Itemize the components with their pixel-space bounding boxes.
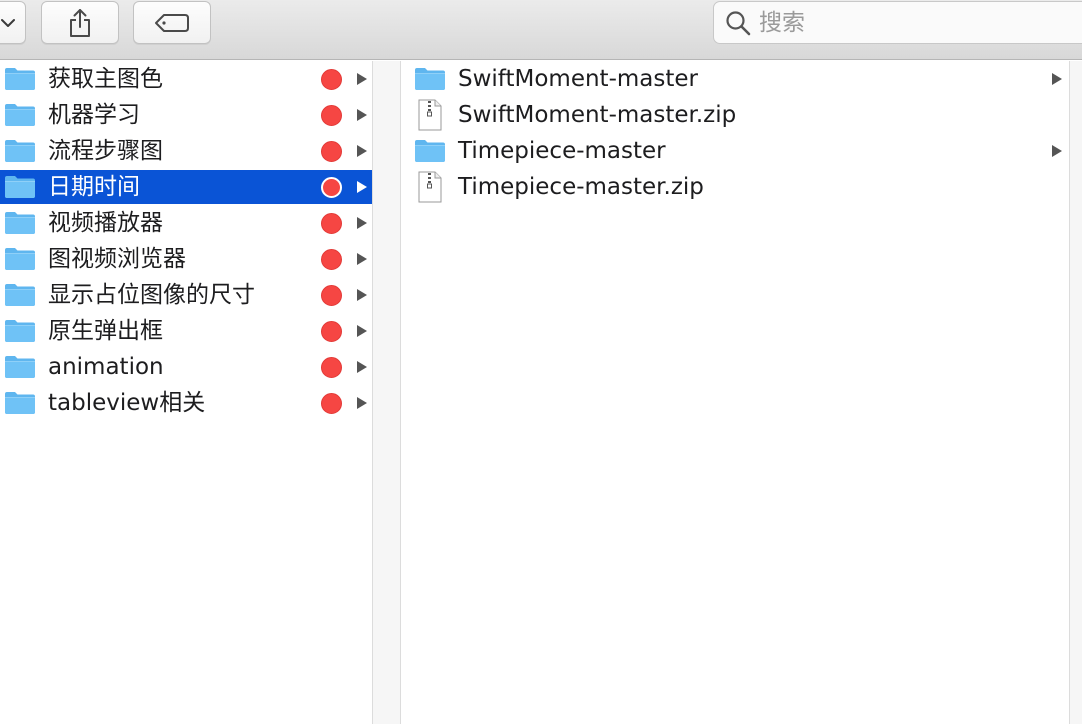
disclosure-arrow-icon xyxy=(356,396,368,410)
view-options-button[interactable] xyxy=(0,1,26,44)
red-tag-dot xyxy=(321,249,342,270)
folder-row[interactable]: 显示占位图像的尺寸 xyxy=(0,278,372,312)
folder-row[interactable]: 视频播放器 xyxy=(0,206,372,240)
share-button[interactable] xyxy=(41,1,119,44)
disclosure-arrow-icon xyxy=(356,144,368,158)
file-label: Timepiece-master.zip xyxy=(458,174,704,200)
disclosure-arrow-icon xyxy=(1051,72,1063,86)
red-tag-dot xyxy=(321,321,342,342)
folder-icon xyxy=(4,350,36,384)
folder-row[interactable]: Timepiece-master xyxy=(401,134,1069,168)
folder-icon xyxy=(4,314,36,348)
folder-label: 流程步骤图 xyxy=(48,138,163,164)
disclosure-arrow-icon xyxy=(356,72,368,86)
search-input[interactable] xyxy=(759,3,1059,42)
folder-icon xyxy=(4,242,36,276)
folder-row[interactable]: 机器学习 xyxy=(0,98,372,132)
tags-button[interactable] xyxy=(133,1,211,44)
search-icon xyxy=(725,10,751,36)
folder-icon xyxy=(4,62,36,96)
share-icon xyxy=(68,8,92,38)
folder-icon xyxy=(4,278,36,312)
folder-label: 日期时间 xyxy=(48,174,140,200)
disclosure-arrow-icon xyxy=(356,288,368,302)
search-field[interactable] xyxy=(713,1,1082,44)
folder-row[interactable]: SwiftMoment-master xyxy=(401,62,1069,96)
sidebar-column: 获取主图色 机器学习 流程步骤图 日期时间 视频播放器 图视频浏览器 显示占位图… xyxy=(0,61,372,724)
red-tag-dot xyxy=(321,285,342,306)
folder-icon xyxy=(4,386,36,420)
red-tag-dot xyxy=(321,393,342,414)
file-row[interactable]: Timepiece-master.zip xyxy=(401,170,1069,204)
red-tag-dot xyxy=(321,141,342,162)
folder-label: tableview相关 xyxy=(48,390,206,416)
disclosure-arrow-icon xyxy=(1051,144,1063,158)
red-tag-dot xyxy=(321,105,342,126)
disclosure-arrow-icon xyxy=(356,108,368,122)
red-tag-dot xyxy=(321,213,342,234)
folder-row[interactable]: 原生弹出框 xyxy=(0,314,372,348)
folder-label: 获取主图色 xyxy=(48,66,163,92)
disclosure-arrow-icon xyxy=(356,180,368,194)
disclosure-arrow-icon xyxy=(356,252,368,266)
red-tag-dot xyxy=(321,69,342,90)
disclosure-arrow-icon xyxy=(356,216,368,230)
folder-label: Timepiece-master xyxy=(458,138,666,164)
column-divider[interactable] xyxy=(1069,61,1082,724)
folder-icon xyxy=(4,134,36,168)
folder-label: 显示占位图像的尺寸 xyxy=(48,282,255,308)
folder-label: 视频播放器 xyxy=(48,210,163,236)
zip-file-icon xyxy=(414,170,446,204)
column-divider[interactable] xyxy=(372,61,401,724)
finder-window: 获取主图色 机器学习 流程步骤图 xyxy=(0,0,1082,724)
red-tag-dot xyxy=(321,177,342,198)
tag-icon xyxy=(154,13,190,33)
folder-label: 图视频浏览器 xyxy=(48,246,186,272)
toolbar xyxy=(0,0,1082,60)
folder-label: 原生弹出框 xyxy=(48,318,163,344)
file-label: SwiftMoment-master.zip xyxy=(458,102,737,128)
folder-icon xyxy=(4,206,36,240)
file-row[interactable]: SwiftMoment-master.zip xyxy=(401,98,1069,132)
folder-label: animation xyxy=(48,354,164,380)
zip-file-icon xyxy=(414,98,446,132)
chevron-down-icon xyxy=(1,18,15,28)
disclosure-arrow-icon xyxy=(356,360,368,374)
red-tag-dot xyxy=(321,357,342,378)
folder-icon xyxy=(414,134,446,168)
folder-row[interactable]: 流程步骤图 xyxy=(0,134,372,168)
folder-label: 机器学习 xyxy=(48,102,140,128)
folder-icon xyxy=(4,98,36,132)
folder-row[interactable]: 日期时间 xyxy=(0,170,372,204)
folder-row[interactable]: 获取主图色 xyxy=(0,62,372,96)
folder-row[interactable]: tableview相关 xyxy=(0,386,372,420)
folder-label: SwiftMoment-master xyxy=(458,66,698,92)
folder-row[interactable]: 图视频浏览器 xyxy=(0,242,372,276)
folder-row[interactable]: animation xyxy=(0,350,372,384)
folder-icon xyxy=(4,170,36,204)
folder-icon xyxy=(414,62,446,96)
contents-column: SwiftMoment-master SwiftMoment-master.zi… xyxy=(401,61,1069,724)
disclosure-arrow-icon xyxy=(356,324,368,338)
